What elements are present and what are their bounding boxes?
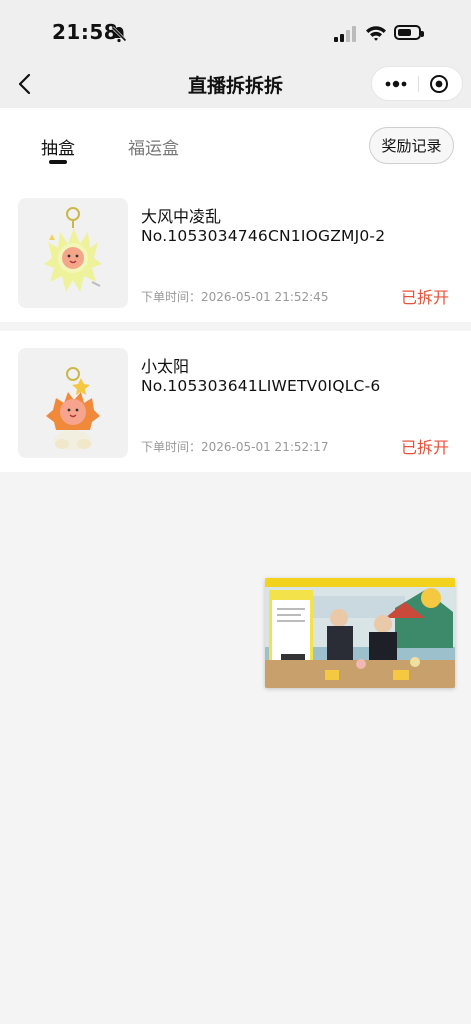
signal-icon — [334, 26, 360, 42]
reward-record-button[interactable]: 奖励记录 — [369, 127, 454, 164]
nav-bar: 直播拆拆拆 — [0, 62, 471, 108]
product-name: 大风中凌乱 — [141, 207, 222, 226]
tab-lucky-box[interactable]: 福运盒 — [128, 134, 179, 159]
active-tab-indicator — [49, 160, 67, 164]
status-badge: 已拆开 — [400, 288, 449, 307]
status-bar: 21:58 — [0, 0, 471, 62]
tab-bar: 抽盒 福运盒 奖励记录 — [0, 108, 471, 181]
product-thumbnail — [18, 198, 128, 308]
order-card[interactable]: 大风中凌乱 No.1053034746CN1IOGZMJ0-2 下单时间：202… — [0, 181, 471, 322]
tab-draw-box[interactable]: 抽盒 — [41, 134, 75, 159]
mini-program-capsule — [371, 66, 463, 101]
status-badge: 已拆开 — [400, 438, 449, 457]
sun-keychain-figure-icon — [46, 367, 100, 450]
status-time: 21:58 — [52, 20, 119, 44]
bell-off-icon — [111, 26, 127, 43]
product-thumbnail — [18, 348, 128, 458]
battery-icon — [394, 25, 424, 40]
live-stream-frame-icon — [265, 578, 455, 688]
order-time: 下单时间：2026-05-01 21:52:17 — [141, 440, 329, 454]
product-code: No.105303641LIWETV0IQLC-6 — [141, 377, 381, 395]
mini-program-close-icon[interactable] — [429, 74, 449, 94]
order-card[interactable]: 小太阳 No.105303641LIWETV0IQLC-6 下单时间：2026-… — [0, 331, 471, 472]
product-name: 小太阳 — [141, 357, 190, 376]
fluffy-keychain-figure-icon — [44, 207, 102, 292]
order-time: 下单时间：2026-05-01 21:52:45 — [141, 290, 329, 304]
floating-live-video[interactable] — [265, 578, 455, 688]
more-dots-icon[interactable] — [384, 77, 408, 91]
product-code: No.1053034746CN1IOGZMJ0-2 — [141, 227, 386, 245]
wifi-icon — [366, 26, 386, 41]
